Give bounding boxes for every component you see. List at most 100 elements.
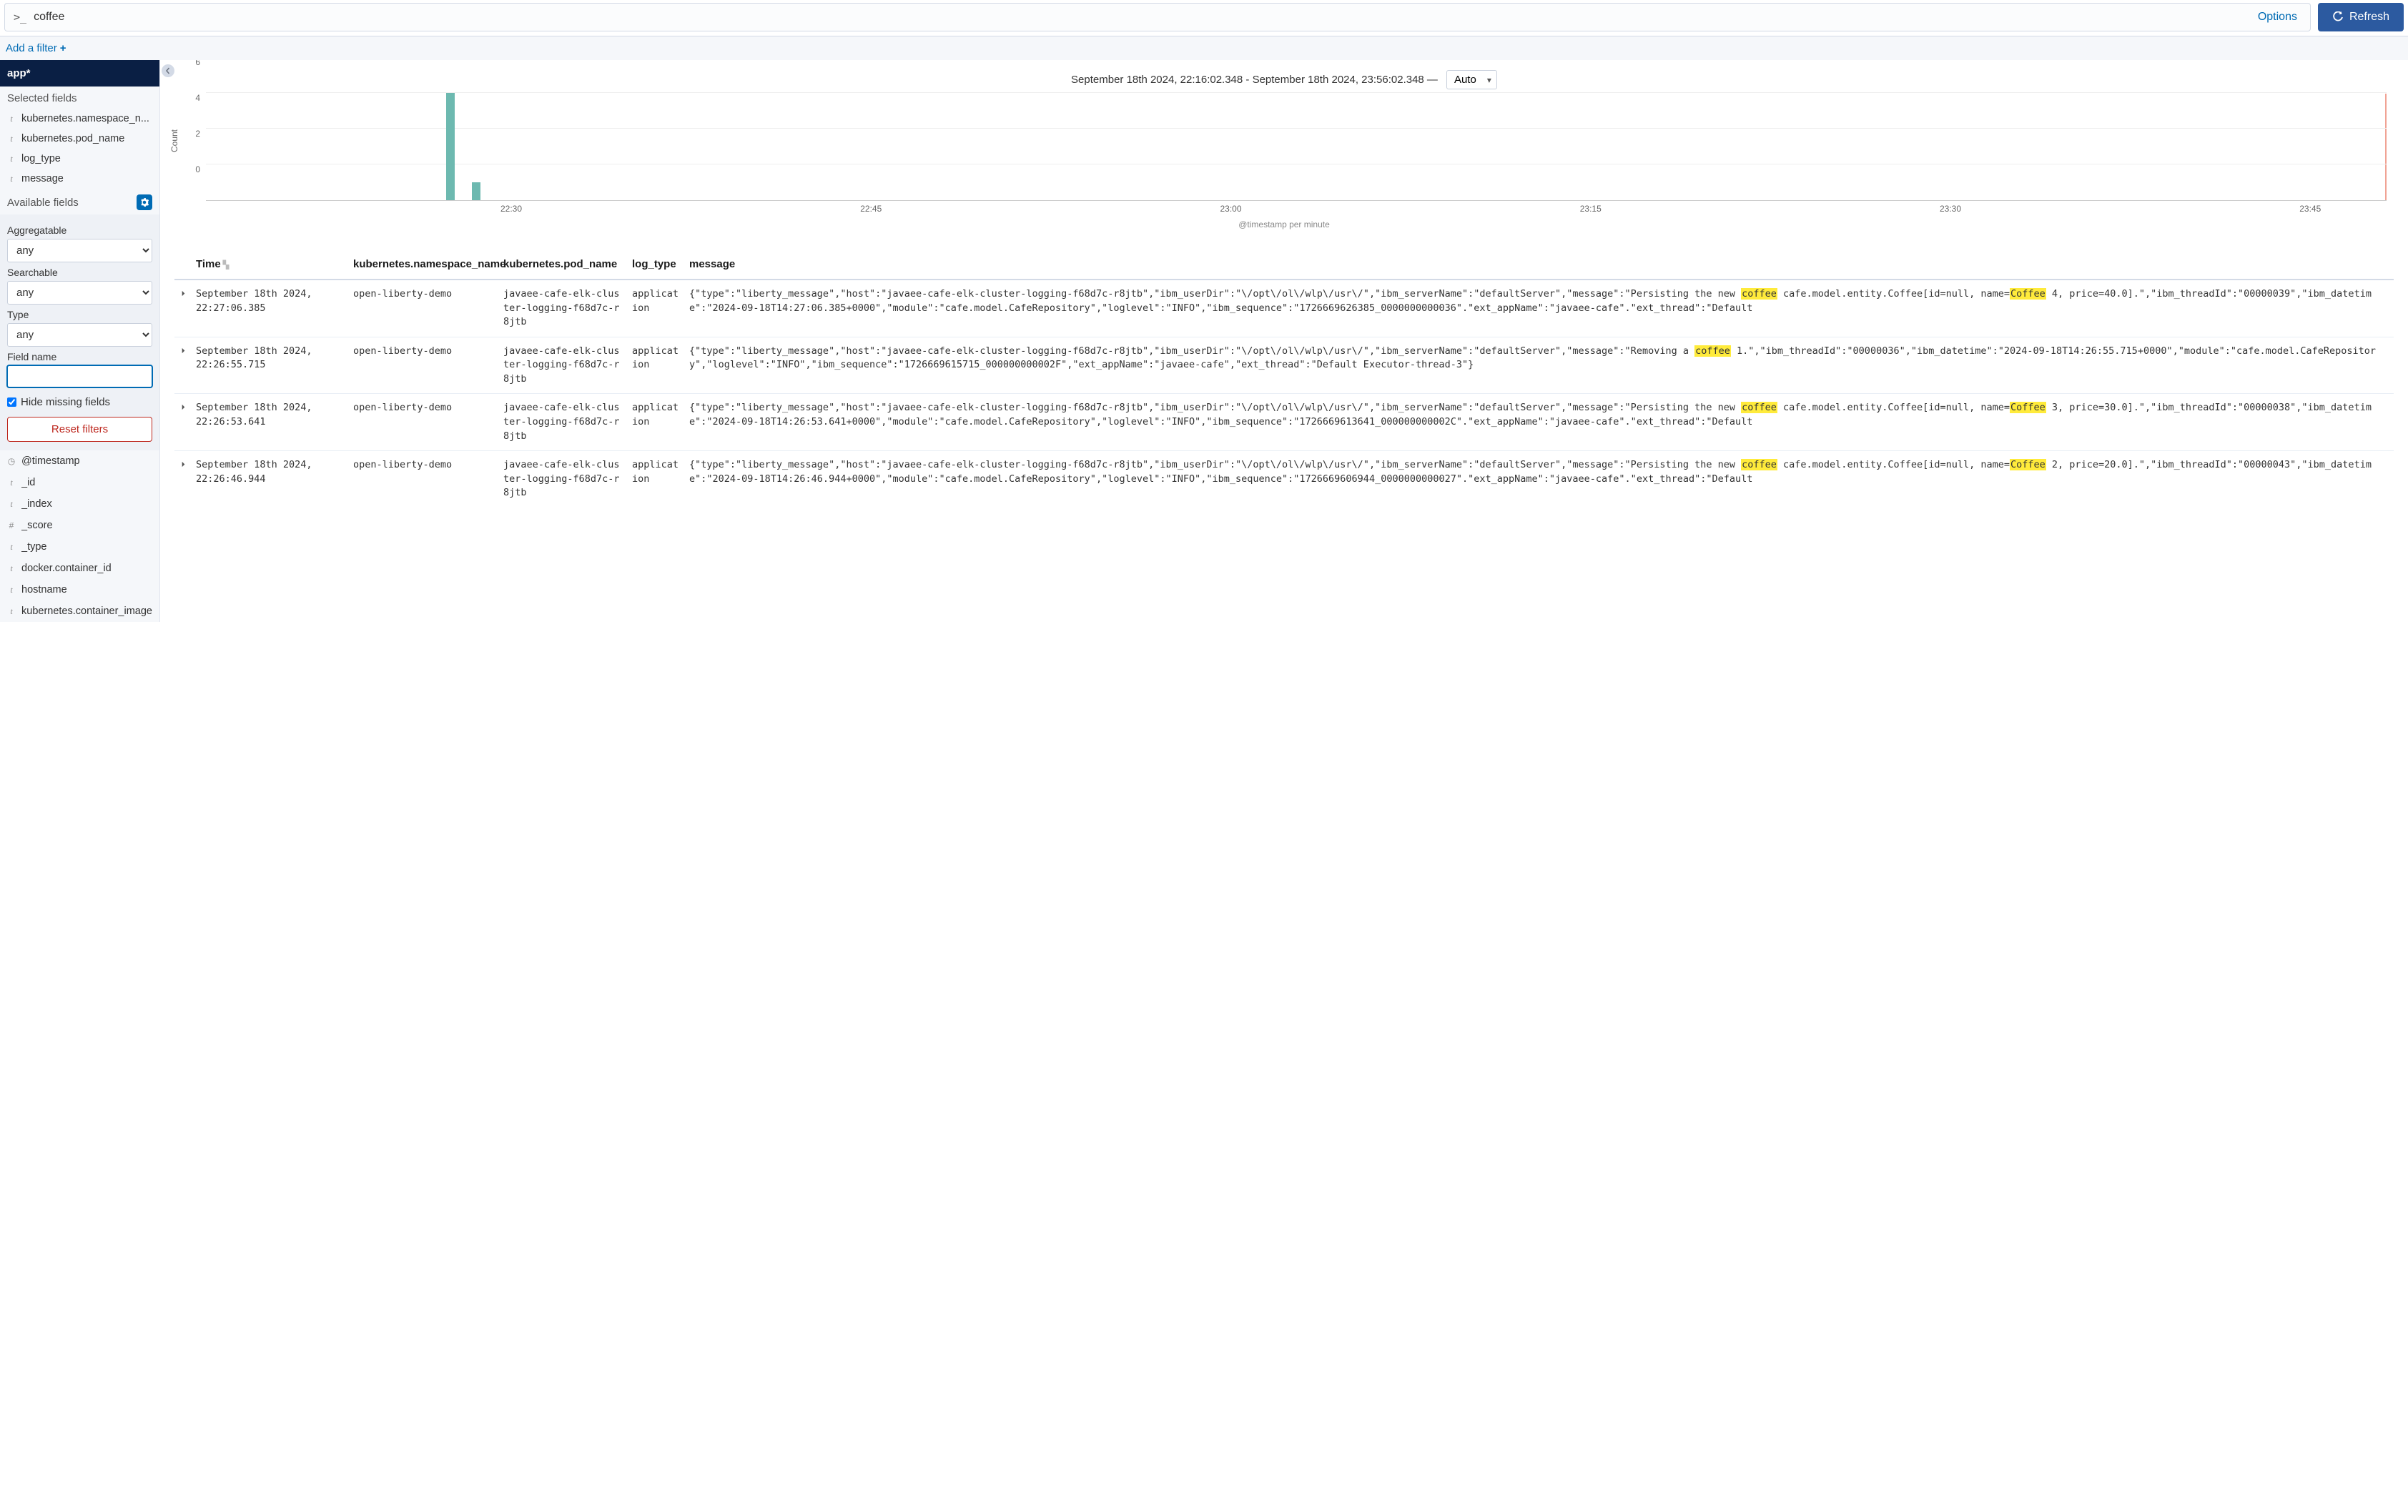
cell-namespace: open-liberty-demo [349, 337, 499, 394]
expand-row-button[interactable] [174, 337, 192, 394]
y-axis-label: Count [169, 129, 179, 152]
type-label: Type [7, 309, 152, 320]
available-field-item[interactable]: tdocker.container_id [0, 558, 159, 579]
y-axis: 0246 [182, 94, 203, 201]
selected-fields-label: Selected fields [7, 92, 77, 104]
refresh-label: Refresh [2349, 11, 2389, 24]
cell-pod: javaee-cafe-elk-cluster-logging-f68d7c-r… [499, 394, 628, 451]
field-type-icon: t [7, 134, 16, 144]
available-field-item[interactable]: thostname [0, 579, 159, 601]
col-message-header[interactable]: message [685, 238, 2394, 280]
expand-row-button[interactable] [174, 451, 192, 508]
available-field-item[interactable]: ◷@timestamp [0, 450, 159, 472]
cell-namespace: open-liberty-demo [349, 280, 499, 337]
expand-row-button[interactable] [174, 280, 192, 337]
cell-logtype: application [628, 451, 685, 508]
highlight: coffee [1741, 288, 1777, 300]
hide-missing-checkbox-row[interactable]: Hide missing fields [7, 396, 152, 408]
chevron-left-icon [164, 67, 172, 74]
histogram-bar[interactable] [446, 93, 455, 200]
index-pattern-selector[interactable]: app* [0, 60, 159, 87]
add-filter-button[interactable]: Add a filter + [6, 42, 66, 54]
field-name-label: hostname [21, 584, 67, 596]
field-type-icon: t [7, 499, 16, 510]
cell-logtype: application [628, 337, 685, 394]
selected-field-item[interactable]: tkubernetes.namespace_n... [0, 109, 159, 129]
refresh-button[interactable]: Refresh [2318, 3, 2404, 31]
selected-field-item[interactable]: tmessage [0, 169, 159, 189]
y-tick: 0 [195, 164, 200, 174]
available-fields-list: ◷@timestampt_idt_index#_scoret_typetdock… [0, 450, 159, 622]
table-row: September 18th 2024, 22:26:53.641 open-l… [174, 394, 2394, 451]
cell-namespace: open-liberty-demo [349, 394, 499, 451]
selected-field-item[interactable]: t kubernetes.pod_name [0, 129, 159, 149]
log-table-wrap: Time▚ kubernetes.namespace_name kubernet… [174, 238, 2394, 508]
sidebar-collapse-button[interactable] [162, 64, 174, 77]
field-name-label: _id [21, 477, 35, 488]
cell-time: September 18th 2024, 22:27:06.385 [192, 280, 349, 337]
col-namespace-header[interactable]: kubernetes.namespace_name [349, 238, 499, 280]
add-filter-label: Add a filter [6, 42, 57, 54]
col-pod-header[interactable]: kubernetes.pod_name [499, 238, 628, 280]
cell-pod: javaee-cafe-elk-cluster-logging-f68d7c-r… [499, 337, 628, 394]
available-field-item[interactable]: #_score [0, 515, 159, 536]
sort-caret-icon: ▚ [223, 261, 229, 270]
x-tick: 23:45 [2299, 204, 2321, 214]
query-input[interactable] [34, 11, 2258, 24]
field-type-icon: t [7, 478, 16, 488]
main-layout: app* Selected fields tkubernetes.namespa… [0, 60, 2408, 622]
x-axis: 22:3022:4523:0023:1523:3023:45 [206, 201, 2387, 222]
query-options-link[interactable]: Options [2258, 11, 2297, 24]
available-field-item[interactable]: t_type [0, 536, 159, 558]
field-type-icon: t [7, 542, 16, 553]
histogram-chart[interactable]: Count 0246 22:3022:4523:0023:1523:3023:4… [189, 94, 2387, 222]
col-expand-header [174, 238, 192, 280]
field-name-label: log_type [21, 153, 61, 164]
field-name-input[interactable] [7, 365, 152, 387]
field-type-icon: t [7, 174, 16, 184]
available-field-item[interactable]: t _index [0, 493, 159, 515]
cell-time: September 18th 2024, 22:26:53.641 [192, 394, 349, 451]
interval-select[interactable]: Auto [1446, 70, 1497, 89]
searchable-label: Searchable [7, 267, 152, 278]
x-tick: 22:45 [860, 204, 882, 214]
cell-pod: javaee-cafe-elk-cluster-logging-f68d7c-r… [499, 280, 628, 337]
histogram-bar[interactable] [472, 182, 480, 200]
field-type-icon: t [7, 563, 16, 574]
x-tick: 23:15 [1580, 204, 1602, 214]
query-input-wrap[interactable]: >_ Options [4, 3, 2311, 31]
grid-line [206, 128, 2387, 129]
filter-bar: Add a filter + [0, 36, 2408, 60]
aggregatable-label: Aggregatable [7, 224, 152, 236]
query-prompt-icon: >_ [14, 11, 26, 24]
available-fields-label: Available fields [7, 197, 79, 209]
expand-row-button[interactable] [174, 394, 192, 451]
table-row: September 18th 2024, 22:26:46.944 open-l… [174, 451, 2394, 508]
aggregatable-select[interactable]: any [7, 239, 152, 262]
highlight: Coffee [2010, 459, 2046, 470]
reset-filters-button[interactable]: Reset filters [7, 417, 152, 442]
type-select[interactable]: any [7, 323, 152, 347]
highlight: coffee [1741, 402, 1777, 413]
plot-area[interactable] [206, 94, 2387, 201]
field-name-label: kubernetes.pod_name [21, 133, 124, 144]
sidebar: app* Selected fields tkubernetes.namespa… [0, 60, 160, 622]
table-header-row: Time▚ kubernetes.namespace_name kubernet… [174, 238, 2394, 280]
hide-missing-checkbox[interactable] [7, 397, 16, 407]
searchable-select[interactable]: any [7, 281, 152, 305]
selected-field-item[interactable]: tlog_type [0, 149, 159, 169]
col-time-header[interactable]: Time▚ [192, 238, 349, 280]
field-name-label: Field name [7, 351, 152, 362]
available-field-item[interactable]: t _id [0, 472, 159, 493]
cell-logtype: application [628, 280, 685, 337]
time-range-label: September 18th 2024, 22:16:02.348 - Sept… [1071, 74, 1438, 86]
field-filter-gear-button[interactable] [137, 194, 152, 210]
available-field-item[interactable]: tkubernetes.container_image [0, 601, 159, 622]
col-logtype-header[interactable]: log_type [628, 238, 685, 280]
highlight: Coffee [2010, 402, 2046, 413]
chevron-right-icon [180, 290, 187, 297]
top-bar: >_ Options Refresh [0, 0, 2408, 36]
field-name-label: _index [21, 498, 52, 510]
field-name-label: kubernetes.namespace_n... [21, 113, 149, 124]
chevron-right-icon [180, 404, 187, 410]
